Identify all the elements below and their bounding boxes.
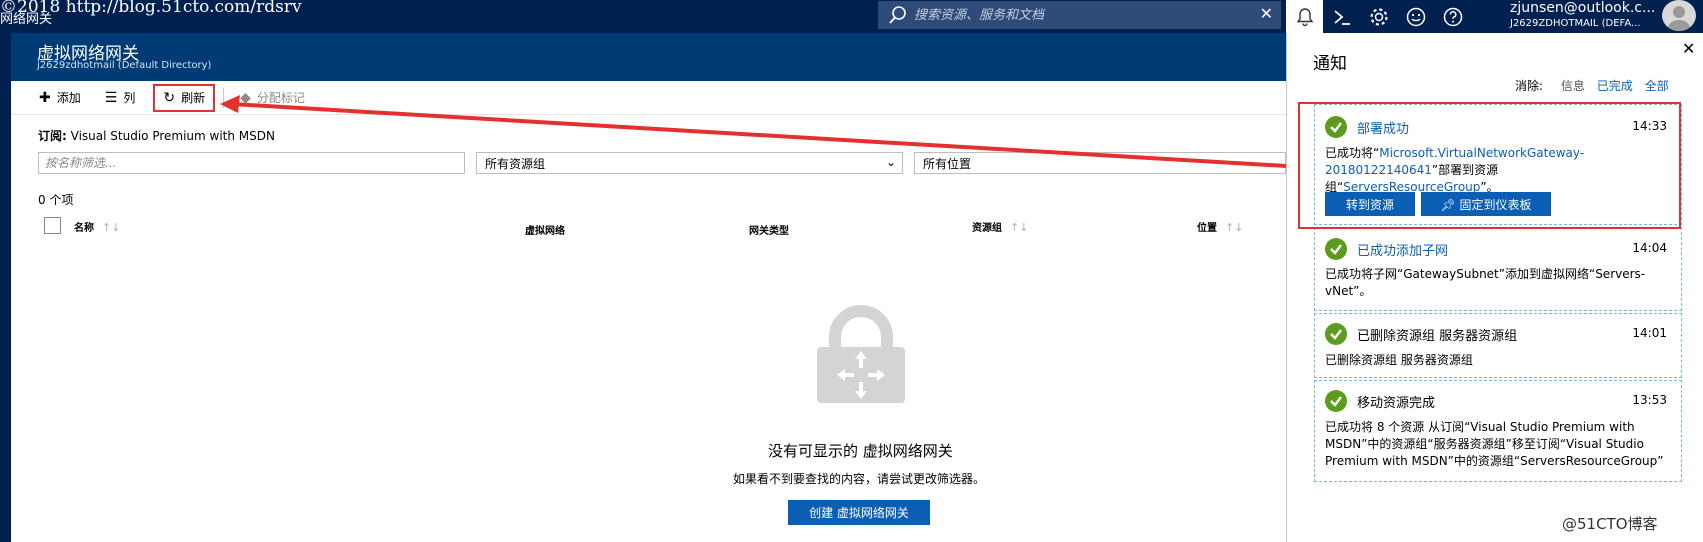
user-directory: J2629ZDHOTMAIL (DEFA... (1510, 18, 1641, 29)
assign-tags-button[interactable]: ◆ 分配标记 (232, 84, 313, 112)
success-check-icon (1325, 238, 1347, 260)
sort-icon: ↑↓ (102, 221, 121, 234)
create-virtual-network-gateway-button[interactable]: 创建 虚拟网络网关 (788, 500, 930, 525)
close-icon[interactable]: ✕ (1682, 39, 1695, 58)
page-subtitle: j2629zdhotmail (Default Directory) (37, 60, 212, 71)
notification-body: 已删除资源组 服务器资源组 (1325, 353, 1473, 367)
notification-time: 13:53 (1632, 393, 1667, 407)
dismiss-label: 消除: (1515, 79, 1544, 93)
grid-header: 名称 ↑↓ 虚拟网络 网关类型 资源组 ↑↓ 位置 ↑↓ (44, 217, 1286, 239)
left-nav-strip (0, 33, 11, 542)
notifications-title: 通知 (1313, 54, 1347, 74)
notification-body: 已成功将 8 个资源 从订阅“Visual Studio Premium wit… (1325, 420, 1664, 468)
notification-time: 14:04 (1632, 241, 1667, 255)
notification-title: 移动资源完成 (1357, 396, 1436, 411)
column-vnet: 虚拟网络 (525, 226, 565, 237)
name-filter-input[interactable] (38, 152, 465, 174)
dismiss-completed-link[interactable]: 已完成 (1597, 79, 1633, 93)
avatar[interactable] (1662, 0, 1696, 31)
success-check-icon (1325, 323, 1347, 345)
toolbar-divider (223, 87, 225, 108)
refresh-button-label: 刷新 (181, 91, 206, 105)
columns-button[interactable]: ☰ 列 (97, 84, 144, 112)
empty-state-description: 如果看不到要查找的内容，请尝试更改筛选器。 (733, 472, 986, 486)
dismiss-bar: 消除: 信息 已完成 全部 (1515, 77, 1669, 94)
search-icon (889, 6, 906, 24)
list-columns-icon: ☰ (104, 89, 118, 106)
sort-icon: ↑↓ (1010, 221, 1029, 234)
help-icon[interactable] (1434, 0, 1471, 33)
select-all-checkbox[interactable] (44, 217, 61, 234)
search-input[interactable] (914, 7, 1244, 23)
blade-header: 虚拟网络网关 j2629zdhotmail (Default Directory… (11, 33, 1286, 81)
command-bar: ✚ 添加 ☰ 列 ↻ 刷新 ◆ 分配标记 (11, 81, 1286, 115)
feedback-smiley-icon[interactable] (1397, 0, 1434, 33)
success-check-icon (1325, 390, 1347, 412)
clear-search-icon[interactable]: ✕ (1260, 4, 1273, 23)
column-location-label: 位置 (1197, 223, 1217, 234)
annotation-highlight-box (1298, 102, 1681, 229)
dismiss-info-link[interactable]: 信息 (1561, 79, 1585, 93)
column-resource-group[interactable]: 资源组 ↑↓ (972, 219, 1028, 234)
chevron-down-icon: ⌄ (885, 155, 896, 169)
resource-group-select-value: 所有资源组 (485, 156, 546, 171)
subscription-filter: 订阅: Visual Studio Premium with MSDN (38, 127, 275, 144)
plus-icon: ✚ (39, 89, 51, 106)
notifications-bell-icon[interactable] (1286, 0, 1323, 33)
tag-icon: ◆ (240, 89, 251, 106)
subscription-value: Visual Studio Premium with MSDN (70, 129, 275, 143)
notification-title: 已删除资源组 服务器资源组 (1357, 329, 1518, 344)
location-select[interactable]: 所有位置 (914, 152, 1286, 174)
column-location[interactable]: 位置 ↑↓ (1197, 219, 1243, 234)
add-button-label: 添加 (56, 91, 81, 105)
blog-watermark: ©2018 http://blog.51cto.com/rdsrv (0, 0, 302, 17)
location-select-value: 所有位置 (923, 156, 972, 171)
notification-card[interactable]: 已成功添加子网 14:04 已成功将子网“GatewaySubnet”添加到虚拟… (1314, 227, 1682, 311)
site-watermark: @51CTO博客 (1562, 515, 1658, 533)
notification-time: 14:01 (1632, 326, 1667, 340)
user-email: zjunsen@outlook.c... (1510, 0, 1656, 16)
add-button[interactable]: ✚ 添加 (31, 84, 89, 112)
dismiss-all-link[interactable]: 全部 (1645, 79, 1669, 93)
global-search[interactable]: ✕ (878, 1, 1281, 29)
notification-card[interactable]: 已删除资源组 服务器资源组 14:01 已删除资源组 服务器资源组 (1314, 313, 1682, 378)
sort-icon: ↑↓ (1225, 221, 1244, 234)
column-name-label: 名称 (74, 223, 94, 234)
subscription-label: 订阅: (38, 129, 67, 143)
columns-button-label: 列 (123, 91, 136, 105)
empty-state-title: 没有可显示的 虚拟网络网关 (768, 442, 953, 460)
top-icons (1286, 0, 1471, 33)
refresh-button[interactable]: ↻ 刷新 (153, 83, 216, 112)
refresh-icon: ↻ (163, 89, 176, 106)
cloud-shell-icon[interactable] (1323, 0, 1360, 33)
settings-gear-icon[interactable] (1360, 0, 1397, 33)
assign-tags-label: 分配标记 (256, 91, 305, 105)
notification-card[interactable]: 移动资源完成 13:53 已成功将 8 个资源 从订阅“Visual Studi… (1314, 380, 1682, 482)
column-resource-group-label: 资源组 (972, 223, 1002, 234)
virtual-network-gateway-lock-icon (817, 305, 905, 403)
top-bar: 网络网关 ©2018 http://blog.51cto.com/rdsrv ✕… (0, 0, 1703, 33)
column-gateway-type: 网关类型 (749, 226, 789, 237)
notification-title[interactable]: 已成功添加子网 (1357, 240, 1448, 259)
notification-body: 已成功将子网“GatewaySubnet”添加到虚拟网络“Servers-vNe… (1325, 267, 1646, 298)
column-name[interactable]: 名称 ↑↓ (74, 219, 120, 234)
item-count: 0 个项 (38, 193, 74, 207)
resource-group-select[interactable]: 所有资源组 ⌄ (476, 152, 903, 174)
